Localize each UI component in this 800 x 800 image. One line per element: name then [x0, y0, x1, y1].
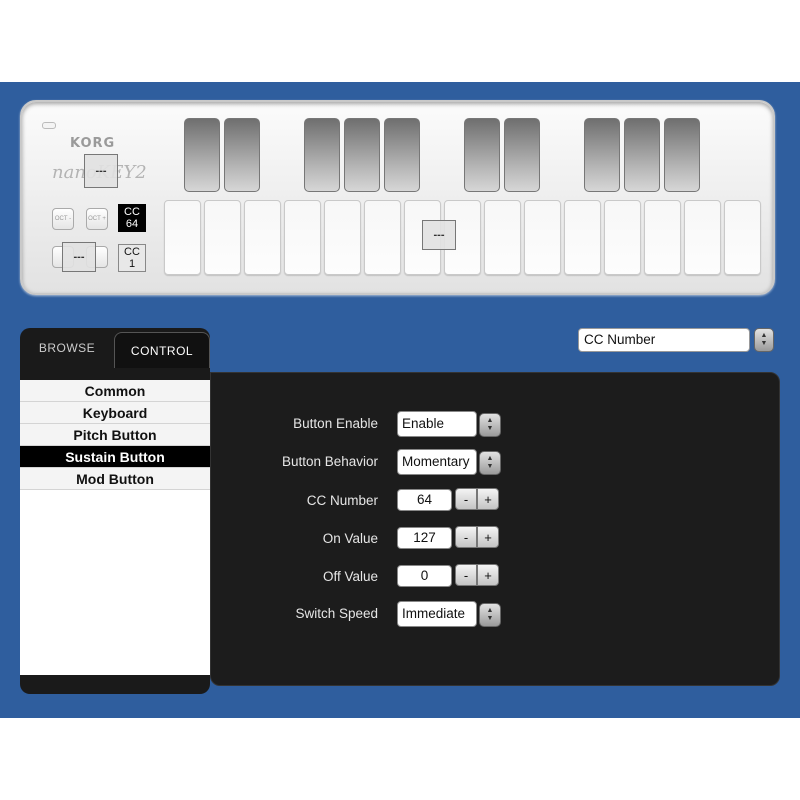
black-key[interactable] [184, 118, 220, 192]
row-on-value: On Value 127 - + [211, 526, 781, 552]
row-cc-number: CC Number 64 - + [211, 488, 781, 514]
cc-number-field[interactable]: 64 [397, 489, 452, 511]
on-value-field[interactable]: 127 [397, 527, 452, 549]
black-key[interactable] [304, 118, 340, 192]
switch-speed-select[interactable]: Immediate [397, 601, 477, 627]
white-key[interactable] [204, 200, 241, 275]
cc-number-dropdown[interactable]: CC Number [578, 328, 750, 352]
control-list: Common Keyboard Pitch Button Sustain But… [20, 380, 210, 675]
black-key[interactable] [384, 118, 420, 192]
black-key[interactable] [224, 118, 260, 192]
editor-window: KORG nanoKEY2 --- OCT - OCT + CC 64 --- … [0, 82, 800, 718]
switch-speed-label: Switch Speed [295, 606, 378, 621]
keyboard-device: KORG nanoKEY2 --- OCT - OCT + CC 64 --- … [20, 100, 775, 295]
sidebar: Common Keyboard Pitch Button Sustain But… [20, 368, 210, 694]
white-key[interactable] [284, 200, 321, 275]
button-enable-select[interactable]: Enable [397, 411, 477, 437]
list-item-mod-button[interactable]: Mod Button [20, 468, 210, 490]
off-value-field[interactable]: 0 [397, 565, 452, 587]
on-value-increment-button[interactable]: + [477, 526, 499, 548]
black-key[interactable] [624, 118, 660, 192]
white-key[interactable] [724, 200, 761, 275]
button-enable-label: Button Enable [293, 416, 378, 431]
cc-number-increment-button[interactable]: + [477, 488, 499, 510]
sustain-cc-line1: CC [124, 206, 140, 218]
button-marker: --- [62, 242, 96, 272]
list-item-sustain-button[interactable]: Sustain Button [20, 446, 210, 468]
octave-up-button[interactable]: OCT + [86, 208, 108, 230]
black-key[interactable] [504, 118, 540, 192]
device-marker: --- [84, 154, 118, 188]
black-key[interactable] [664, 118, 700, 192]
off-value-increment-button[interactable]: + [477, 564, 499, 586]
key-marker: --- [422, 220, 456, 250]
switch-speed-arrows-icon[interactable]: ▲ ▼ [479, 603, 501, 627]
black-key[interactable] [464, 118, 500, 192]
off-value-label: Off Value [322, 569, 378, 584]
row-off-value: Off Value 0 - + [211, 564, 781, 590]
settings-panel: Button Enable Enable ▲ ▼ Button Behavior … [210, 372, 780, 686]
cc-dropdown-arrows-icon[interactable]: ▲ ▼ [754, 328, 774, 352]
on-value-label: On Value [322, 531, 378, 546]
white-key[interactable] [644, 200, 681, 275]
mod-cc-line2: 1 [128, 258, 136, 270]
button-behavior-label: Button Behavior [281, 454, 378, 469]
row-switch-speed: Switch Speed Immediate ▲ ▼ [211, 601, 781, 627]
white-key[interactable] [484, 200, 521, 275]
list-item-common[interactable]: Common [20, 380, 210, 402]
button-behavior-select[interactable]: Momentary [397, 449, 477, 475]
black-key[interactable] [344, 118, 380, 192]
row-button-enable: Button Enable Enable ▲ ▼ [211, 411, 781, 437]
cc-number-decrement-button[interactable]: - [455, 488, 477, 510]
sustain-cc-line2: 64 [125, 218, 139, 230]
white-key[interactable] [604, 200, 641, 275]
black-key[interactable] [584, 118, 620, 192]
white-key[interactable] [364, 200, 401, 275]
cc-number-label: CC Number [306, 493, 378, 508]
white-key[interactable] [164, 200, 201, 275]
black-keys [184, 118, 744, 194]
button-behavior-arrows-icon[interactable]: ▲ ▼ [479, 451, 501, 475]
sustain-cc-label: CC 64 [118, 204, 146, 232]
list-item-pitch-button[interactable]: Pitch Button [20, 424, 210, 446]
button-enable-arrows-icon[interactable]: ▲ ▼ [479, 413, 501, 437]
octave-down-button[interactable]: OCT - [52, 208, 74, 230]
off-value-decrement-button[interactable]: - [455, 564, 477, 586]
tab-browse[interactable]: BROWSE [20, 328, 114, 368]
white-keys [164, 200, 764, 276]
brand-logo: KORG [70, 136, 116, 151]
white-key[interactable] [524, 200, 561, 275]
mod-cc-label: CC 1 [118, 244, 146, 272]
white-key[interactable] [244, 200, 281, 275]
row-button-behavior: Button Behavior Momentary ▲ ▼ [211, 449, 781, 475]
tab-control[interactable]: CONTROL [114, 332, 210, 368]
white-key[interactable] [324, 200, 361, 275]
list-item-keyboard[interactable]: Keyboard [20, 402, 210, 424]
power-led [42, 122, 56, 129]
mod-cc-line1: CC [124, 246, 140, 258]
white-key[interactable] [564, 200, 601, 275]
on-value-decrement-button[interactable]: - [455, 526, 477, 548]
tab-bar: BROWSE CONTROL [20, 328, 210, 368]
white-key[interactable] [684, 200, 721, 275]
